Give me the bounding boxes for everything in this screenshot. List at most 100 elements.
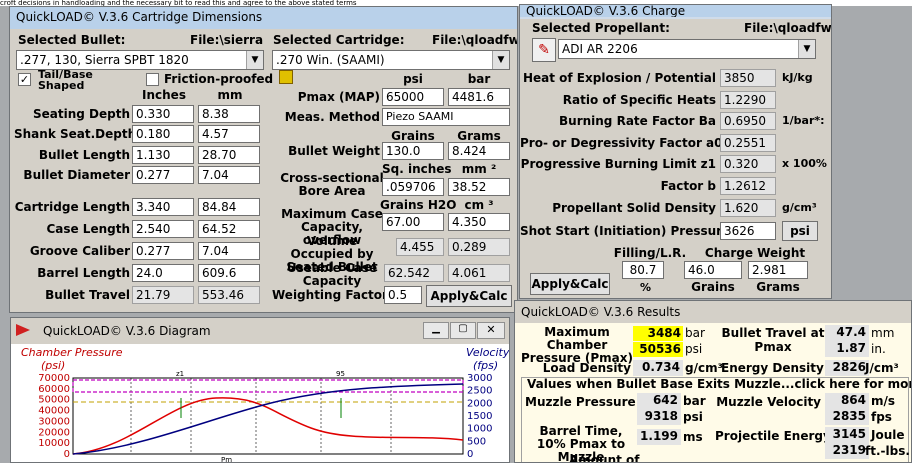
dim-row-inches[interactable]: 2.540 (132, 220, 194, 238)
bore-area-label: Cross-sectional Bore Area (280, 171, 384, 198)
dim-row-mm[interactable]: 28.70 (198, 146, 260, 164)
bullet-select[interactable]: .277, 130, Sierra SPBT 1820 ▼ (16, 50, 264, 70)
barrel-time-value: 1.199 (637, 429, 681, 445)
dim-row-label: Bullet Travel (45, 288, 130, 302)
pressure-tick-label: 60000 (38, 384, 70, 395)
chevron-down-icon[interactable]: ▼ (798, 40, 815, 58)
dim-row-inches[interactable]: 0.330 (132, 105, 194, 123)
bore-area-mm2-input[interactable]: 38.52 (448, 178, 510, 196)
maximize-button[interactable]: ▢ (450, 322, 476, 339)
friction-proofed-checkbox[interactable] (146, 73, 159, 86)
pressure-tick-label: 20000 (38, 427, 70, 438)
velocity-tick-label: 0 (467, 449, 473, 460)
dim-row-inches[interactable]: 24.0 (132, 264, 194, 282)
max-case-cm3-input[interactable]: 4.350 (448, 213, 510, 231)
minimize-button[interactable]: ▁ (423, 322, 449, 339)
selected-propellant-label: Selected Propellant: (532, 21, 670, 35)
pressure-tick-label: 70000 (38, 373, 70, 384)
sq-inches-header: Sq. inches (382, 162, 452, 176)
apply-calc-button[interactable]: Apply&Calc (530, 273, 610, 295)
pmax-psi-input[interactable]: 65000 (382, 88, 444, 106)
grams-header: Grams (457, 129, 501, 143)
chevron-down-icon[interactable]: ▼ (246, 51, 263, 69)
dim-row-mm: 553.46 (198, 286, 260, 304)
charge-row-value: 1.2612 (720, 177, 776, 195)
bullet-file-label: File:\sierra (190, 33, 264, 47)
jcm3-unit: J/cm³ (865, 361, 899, 375)
psi-unit: psi (685, 342, 703, 356)
energy-density-label: Energy Density (721, 361, 824, 375)
dim-row-label: Barrel Length (37, 266, 130, 280)
bore-area-sqin-input[interactable]: .059706 (382, 178, 444, 196)
tail-base-checkbox[interactable]: ✓ (18, 73, 31, 86)
propellant-select[interactable]: ADI AR 2206 ▼ (558, 39, 816, 59)
propellant-file-label: File:\qloadfw (744, 21, 832, 35)
muzzle-pressure-psi-value: 9318 (637, 409, 681, 425)
charge-row-value[interactable]: 3626 (720, 222, 776, 240)
travel-at-pmax-label: Bullet Travel at Pmax (721, 326, 825, 354)
charge-row-label: Ratio of Specific Heats (562, 93, 716, 107)
cartridge-icon[interactable] (279, 70, 293, 84)
muzzle-values-header[interactable]: Values when Bullet Base Exits Muzzle...c… (527, 377, 911, 391)
dim-row-mm[interactable]: 64.52 (198, 220, 260, 238)
mm-header: mm (217, 88, 243, 102)
pressure-tick-label: 30000 (38, 416, 70, 427)
charge-grams-input[interactable]: 2.981 (748, 261, 808, 279)
apply-calc-button[interactable]: Apply&Calc (426, 285, 512, 307)
pressure-tick-label: 40000 (38, 406, 70, 417)
velocity-tick-label: 3000 (467, 373, 492, 384)
velocity-tick-label: 2000 (467, 398, 492, 409)
friction-proofed-label: Friction-proofed (164, 72, 274, 86)
filling-input[interactable]: 80.7 (622, 261, 664, 279)
charge-row-label: Factor b (660, 179, 716, 193)
dim-row-mm[interactable]: 609.6 (198, 264, 260, 282)
dim-row-inches[interactable]: 0.180 (132, 125, 194, 143)
charge-row-label: Propellant Solid Density (552, 201, 716, 215)
dim-row-inches[interactable]: 0.277 (132, 166, 194, 184)
weighting-factor-input[interactable]: 0.5 (384, 286, 422, 304)
muzzle-velocity-ms-value: 864 (825, 393, 869, 409)
meas-method-input[interactable]: Piezo SAAMI (382, 108, 510, 126)
window-title: QuickLOAD© V.3.6 Charge (520, 5, 831, 17)
cartridge-select[interactable]: .270 Win. (SAAMI) ▼ (272, 50, 510, 70)
pmax-bar-input[interactable]: 4481.6 (448, 88, 510, 106)
velocity-title: Velocity (466, 346, 510, 359)
dim-row-inches[interactable]: 3.340 (132, 198, 194, 216)
dim-row-label: Bullet Diameter (23, 168, 130, 182)
charge-grains-input[interactable]: 46.0 (684, 261, 742, 279)
pressure-velocity-plot: 7000060000500004000030000200001000003000… (38, 370, 492, 463)
dim-row-mm[interactable]: 8.38 (198, 105, 260, 123)
muzzle-velocity-label: Muzzle Velocity (716, 395, 821, 409)
dim-row-mm[interactable]: 7.04 (198, 242, 260, 260)
velocity-tick-label: 500 (467, 436, 486, 447)
charge-row-value: 1.2290 (720, 91, 776, 109)
energy-density-value: 2826 (825, 360, 869, 376)
muzzle-pressure-label: Muzzle Pressure (525, 395, 636, 409)
shot-start-unit-button[interactable]: psi (782, 221, 818, 241)
dim-row-label: Groove Caliber (29, 244, 130, 258)
load-density-label: Load Density (542, 361, 631, 375)
amount-of-label: Amount of (569, 453, 640, 463)
dim-row-inches[interactable]: 1.130 (132, 146, 194, 164)
bullet-weight-grains-input[interactable]: 130.0 (382, 142, 444, 160)
charge-row-value: 0.2551 (720, 134, 776, 152)
charge-row-unit: kJ/kg (782, 71, 813, 84)
useable-case-cm3: 4.061 (448, 264, 510, 282)
propellant-tool-icon[interactable]: ✎ (532, 38, 556, 62)
window-title: QuickLOAD© V.3.6 Results (521, 305, 681, 319)
dim-row-inches: 21.79 (132, 286, 194, 304)
pressure-tick-label: 50000 (38, 395, 70, 406)
dim-row-mm[interactable]: 84.84 (198, 198, 260, 216)
dim-row-inches[interactable]: 0.277 (132, 242, 194, 260)
selected-bullet-label: Selected Bullet: (18, 33, 126, 47)
dim-row-mm[interactable]: 4.57 (198, 125, 260, 143)
bullet-weight-grams-input[interactable]: 8.424 (448, 142, 510, 160)
chevron-down-icon[interactable]: ▼ (492, 51, 509, 69)
dim-row-label: Shank Seat.Depth (14, 127, 137, 141)
pm-label: Pm (221, 456, 232, 463)
charge-row-label: Progressive Burning Limit z1 (520, 157, 716, 171)
max-case-grains-input[interactable]: 67.00 (382, 213, 444, 231)
ftlbs-unit: ft.-lbs. (865, 444, 910, 458)
dim-row-mm[interactable]: 7.04 (198, 166, 260, 184)
close-button[interactable]: ✕ (477, 322, 505, 339)
